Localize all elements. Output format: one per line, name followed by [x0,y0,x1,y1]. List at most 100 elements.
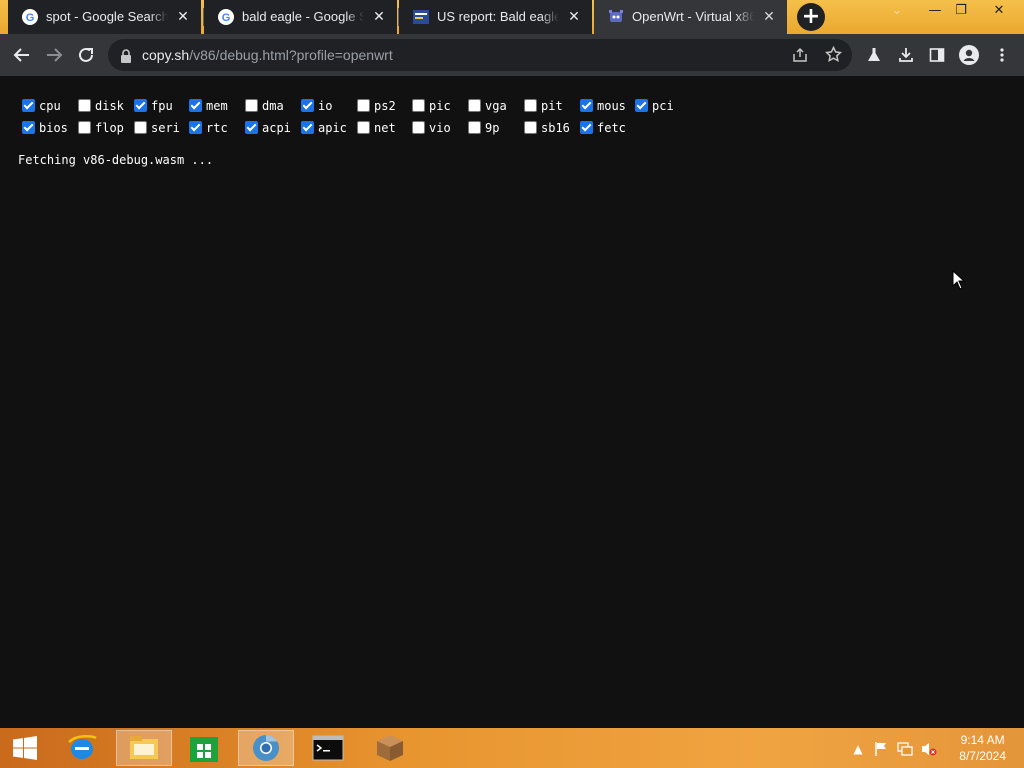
taskbar-chrome[interactable] [238,730,294,766]
start-button[interactable] [0,730,50,766]
checkbox[interactable] [357,99,370,112]
tab-openwrt-virtual-x86[interactable]: OpenWrt - Virtual x86 ✕ [594,0,787,34]
option-label: dma [262,99,284,113]
window-close-button[interactable]: ✕ [982,0,1016,24]
command-prompt-icon [312,735,344,761]
option-label: net [374,121,396,135]
option-label: acpi [262,121,291,135]
checkbox[interactable] [22,121,35,134]
tab-divider [398,8,399,26]
taskbar-internet-explorer[interactable] [54,730,110,766]
checkbox[interactable] [357,121,370,134]
checkbox[interactable] [412,121,425,134]
checkbox[interactable] [78,99,91,112]
minimize-icon: — [928,3,942,18]
network-icon[interactable] [897,741,913,757]
mouse-cursor-icon [952,270,966,290]
taskbar-store[interactable] [176,730,232,766]
lock-icon[interactable] [120,48,132,67]
windows-start-icon [13,736,37,760]
option-label: mem [206,99,228,113]
share-icon[interactable] [792,47,808,67]
tab-search-button[interactable]: ⌄ [880,0,914,24]
checkbox[interactable] [468,121,481,134]
option-label: 9p [485,121,500,135]
checkbox[interactable] [412,99,425,112]
taskbar-package-app[interactable] [362,730,418,766]
close-icon: ✕ [993,3,1005,18]
tab-title: spot - Google Search [46,9,168,24]
checkbox[interactable] [189,99,202,112]
checkbox[interactable] [468,99,481,112]
new-tab-button[interactable]: + [797,3,825,31]
checkbox[interactable] [635,99,648,112]
option-label: pic [429,99,451,113]
action-center-flag-icon[interactable] [873,741,889,757]
tab-search-icon: ⌄ [891,3,903,18]
back-icon [13,48,29,62]
checkbox[interactable] [189,121,202,134]
profile-button[interactable] [956,42,982,68]
tab-title: OpenWrt - Virtual x86 [632,9,754,24]
tab-us-report-bald-eagle[interactable]: US report: Bald eagle population ✕ [399,0,592,34]
taskbar-file-explorer[interactable] [116,730,172,766]
checkbox[interactable] [524,121,537,134]
chrome-icon [253,734,279,761]
checkbox[interactable] [580,121,593,134]
option-label: cpu [39,99,61,113]
option-label: rtc [206,121,228,135]
checkbox[interactable] [78,121,91,134]
option-label: disk [95,99,124,113]
checkbox[interactable] [301,121,314,134]
profile-icon [959,45,979,65]
checkbox[interactable] [134,121,147,134]
store-icon [190,737,218,762]
tab-spot-google-search[interactable]: G spot - Google Search ✕ [8,0,201,34]
tab-title: US report: Bald eagle population [437,9,559,24]
option-label: flop [95,121,124,135]
option-label: mous [597,99,626,113]
side-panel-button[interactable] [924,42,950,68]
tab-strip: G spot - Google Search ✕ G bald eagle - … [0,0,1024,34]
labs-button[interactable] [861,42,887,68]
google-icon: G [218,9,234,25]
address-bar[interactable]: copy.sh/v86/debug.html?profile=openwrt [108,39,852,71]
taskbar: ▲ 9:14 AM 8/7/2024 [0,728,1024,768]
volume-muted-icon[interactable] [921,741,937,757]
close-icon[interactable]: ✕ [175,8,191,24]
checkbox[interactable] [524,99,537,112]
option-label: pit [541,99,563,113]
restore-button[interactable]: ❐ [944,0,978,24]
checkbox[interactable] [301,99,314,112]
bookmark-star-icon[interactable] [824,45,843,67]
reload-button[interactable] [73,42,99,68]
option-label: apic [318,121,347,135]
close-icon[interactable]: ✕ [761,8,777,24]
option-label: vio [429,121,451,135]
close-icon[interactable]: ✕ [566,8,582,24]
file-explorer-icon [130,736,158,759]
menu-icon [1000,48,1004,62]
downloads-button[interactable] [893,42,919,68]
v86-icon [608,9,624,25]
forward-button[interactable] [41,42,67,68]
checkbox[interactable] [580,99,593,112]
checkbox[interactable] [134,99,147,112]
checkbox[interactable] [22,99,35,112]
tab-divider [203,8,204,26]
taskbar-command-prompt[interactable] [300,730,356,766]
option-label: fpu [151,99,173,113]
tab-bald-eagle-google-search[interactable]: G bald eagle - Google Search ✕ [204,0,397,34]
system-clock[interactable]: 9:14 AM 8/7/2024 [959,732,1006,764]
option-label: sb16 [541,121,570,135]
url-text: copy.sh/v86/debug.html?profile=openwrt [142,47,393,63]
restore-icon: ❐ [955,3,967,18]
browser-menu-button[interactable] [989,42,1015,68]
checkbox[interactable] [245,99,258,112]
show-hidden-icons-chevron[interactable]: ▲ [850,741,866,757]
close-icon[interactable]: ✕ [371,8,387,24]
option-label: seri [151,121,180,135]
option-label: vga [485,99,507,113]
back-button[interactable] [9,42,35,68]
checkbox[interactable] [245,121,258,134]
